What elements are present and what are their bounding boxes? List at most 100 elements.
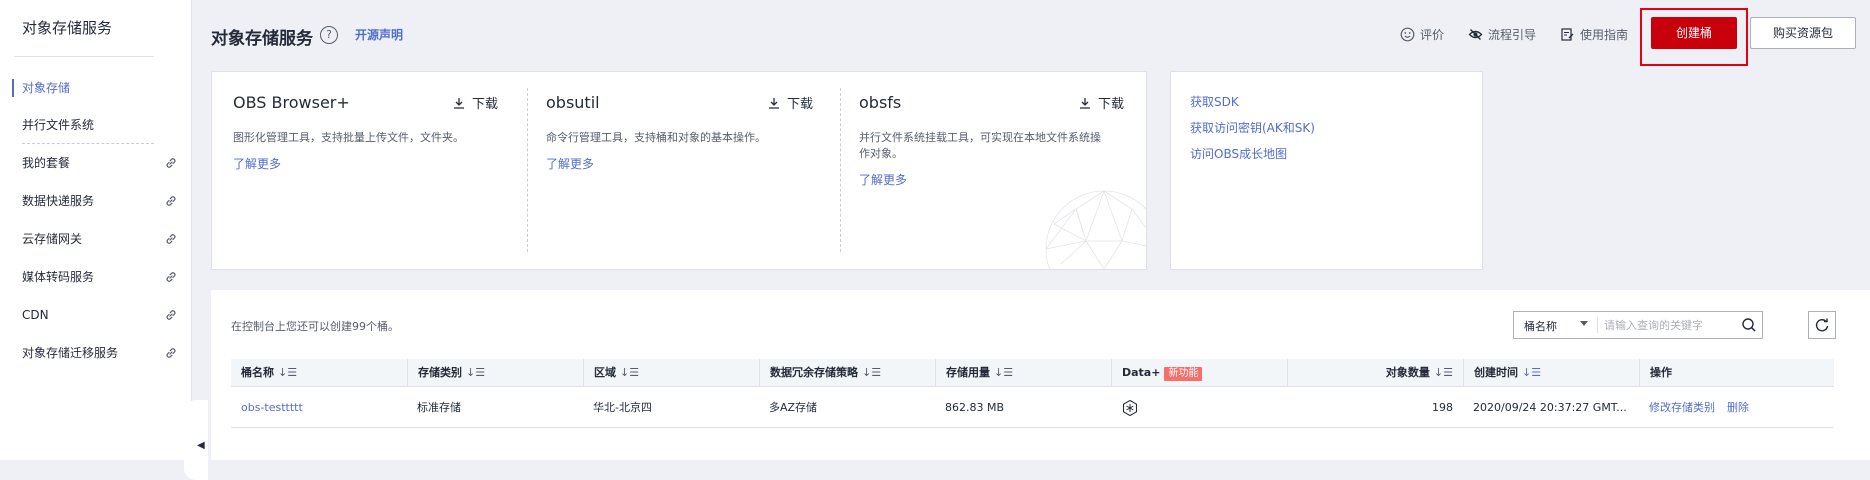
create-bucket-button[interactable]: 创建桶: [1651, 17, 1737, 49]
search-divider: [1597, 317, 1598, 333]
link-icon: [166, 348, 176, 358]
sidebar-item-label: 媒体转码服务: [22, 270, 95, 284]
sidebar-item-object-storage[interactable]: 对象存储: [0, 73, 192, 103]
link-icon: [166, 196, 176, 206]
column-label: 对象数量: [1385, 366, 1430, 379]
quota-text: 在控制台上您还可以创建99个桶。: [231, 320, 399, 333]
sidebar-item-my-package[interactable]: 我的套餐: [0, 148, 192, 178]
link-icon: [166, 158, 176, 168]
sidebar-item-label: 云存储网关: [22, 232, 83, 246]
page-title: 对象存储服务: [211, 29, 313, 49]
rate-label: 评价: [1420, 28, 1445, 42]
rate-button[interactable]: 评价: [1400, 26, 1444, 43]
delete-link[interactable]: 删除: [1717, 388, 1749, 428]
open-source-link[interactable]: 开源声明: [355, 26, 403, 43]
download-obs-browser-button[interactable]: 下载: [452, 93, 498, 112]
column-header-created[interactable]: 创建时间 ↓☰: [1463, 359, 1639, 387]
sidebar-divider: [14, 56, 154, 57]
tool-divider: [840, 88, 841, 252]
sidebar-item-cdn[interactable]: CDN: [0, 300, 192, 330]
search-box: 桶名称: [1513, 311, 1763, 339]
column-label: 操作: [1650, 366, 1672, 379]
sidebar: 对象存储服务 对象存储 并行文件系统 我的套餐 数据快递服务 云存储网关 媒体转…: [0, 0, 192, 460]
guide-button[interactable]: 流程引导: [1468, 26, 1536, 43]
sidebar-item-media-transcode[interactable]: 媒体转码服务: [0, 262, 192, 292]
link-icon: [166, 234, 176, 244]
modify-storage-class-link[interactable]: 修改存储类别: [1639, 388, 1715, 428]
search-input[interactable]: [1604, 316, 1734, 334]
sort-icon[interactable]: ↓☰: [994, 366, 1013, 379]
search-field-select[interactable]: 桶名称: [1524, 318, 1557, 334]
column-label: 数据冗余存储策略: [770, 366, 858, 379]
obs-growth-map-link[interactable]: 访问OBS成长地图: [1190, 145, 1287, 162]
data-plus-cell[interactable]: [1111, 399, 1139, 417]
sort-icon[interactable]: ↓☰: [1434, 366, 1453, 379]
sidebar-title: 对象存储服务: [22, 19, 113, 37]
eye-off-icon: [1468, 29, 1483, 40]
learn-more-obs-browser-link[interactable]: 了解更多: [233, 155, 281, 172]
sidebar-item-storage-gateway[interactable]: 云存储网关: [0, 224, 192, 254]
storage-class-cell: 标准存储: [417, 401, 461, 414]
download-obsutil-button[interactable]: 下载: [767, 93, 813, 112]
hexagon-snowflake-icon: [1122, 399, 1138, 417]
sidebar-item-label: 数据快递服务: [22, 194, 95, 208]
bucket-name-link[interactable]: obs-testtttt: [231, 388, 303, 428]
column-header-redundancy[interactable]: 数据冗余存储策略 ↓☰: [759, 359, 935, 387]
search-icon[interactable]: [1741, 317, 1757, 333]
column-header-data-plus: Data+ 新功能: [1111, 359, 1287, 387]
sort-icon[interactable]: ↓☰: [278, 366, 297, 379]
column-header-region[interactable]: 区域 ↓☰: [583, 359, 759, 387]
buy-package-button[interactable]: 购买资源包: [1750, 17, 1856, 49]
refresh-button[interactable]: [1808, 311, 1836, 339]
get-access-key-link[interactable]: 获取访问密钥(AK和SK): [1190, 119, 1315, 136]
caret-left-icon: ◀: [197, 440, 205, 451]
tools-card: [211, 71, 1147, 270]
sidebar-collapse-button[interactable]: ◀: [184, 400, 208, 480]
column-label: 创建时间: [1474, 366, 1518, 379]
smile-icon: [1400, 27, 1415, 42]
column-header-actions: 操作: [1639, 359, 1834, 387]
sort-icon[interactable]: ↓☰: [862, 366, 881, 379]
column-label: 桶名称: [241, 366, 274, 379]
region-cell: 华北-北京四: [593, 401, 652, 414]
sidebar-item-label: 我的套餐: [22, 156, 71, 170]
manual-label: 使用指南: [1580, 28, 1629, 42]
column-header-object-count[interactable]: 对象数量 ↓☰: [1287, 359, 1463, 387]
download-icon: [1080, 97, 1090, 109]
table-row: obs-testtttt 标准存储 华北-北京四 多AZ存储 862.83 MB…: [231, 388, 1834, 428]
object-count-cell: 198: [1432, 401, 1453, 414]
sidebar-item-data-express[interactable]: 数据快递服务: [0, 186, 192, 216]
table-header: 桶名称 ↓☰ 存储类别 ↓☰ 区域 ↓☰ 数据冗余存储策略 ↓☰ 存储用量 ↓☰ Data…: [231, 359, 1834, 387]
created-time-cell: 2020/09/24 20:37:27 GMT...: [1473, 401, 1627, 414]
sort-icon[interactable]: ↓☰: [620, 366, 639, 379]
learn-more-obsutil-link[interactable]: 了解更多: [546, 155, 594, 172]
sidebar-dashed-divider: [22, 143, 154, 144]
sort-desc-icon[interactable]: ↓☰: [1522, 366, 1541, 379]
column-header-storage-class[interactable]: 存储类别 ↓☰: [407, 359, 583, 387]
usage-cell: 862.83 MB: [945, 401, 1005, 414]
download-obsfs-button[interactable]: 下载: [1078, 93, 1124, 112]
column-header-usage[interactable]: 存储用量 ↓☰: [935, 359, 1111, 387]
column-label: 存储类别: [418, 366, 462, 379]
download-label: 下载: [787, 97, 814, 112]
chevron-down-icon[interactable]: [1580, 321, 1588, 326]
column-label: 区域: [594, 366, 616, 379]
sidebar-item-label: CDN: [22, 308, 49, 322]
tool-desc-obsfs-line1: 并行文件系统挂载工具，可实现在本地文件系统操: [859, 131, 1101, 144]
manual-button[interactable]: 使用指南: [1560, 26, 1628, 43]
learn-more-obsfs-link[interactable]: 了解更多: [859, 171, 907, 188]
get-sdk-link[interactable]: 获取SDK: [1190, 93, 1239, 110]
sidebar-item-parallel-fs[interactable]: 并行文件系统: [0, 110, 192, 140]
download-label: 下载: [472, 97, 499, 112]
download-icon: [769, 97, 779, 109]
download-label: 下载: [1098, 97, 1125, 112]
download-icon: [454, 97, 464, 109]
help-icon[interactable]: ?: [320, 26, 338, 44]
redundancy-cell: 多AZ存储: [769, 401, 818, 414]
link-icon: [166, 272, 176, 282]
sort-icon[interactable]: ↓☰: [466, 366, 485, 379]
tool-desc-obsutil: 命令行管理工具，支持桶和对象的基本操作。: [546, 131, 766, 144]
sidebar-item-migration[interactable]: 对象存储迁移服务: [0, 338, 192, 368]
tool-divider: [527, 88, 528, 252]
column-header-bucket-name[interactable]: 桶名称 ↓☰: [231, 359, 407, 387]
